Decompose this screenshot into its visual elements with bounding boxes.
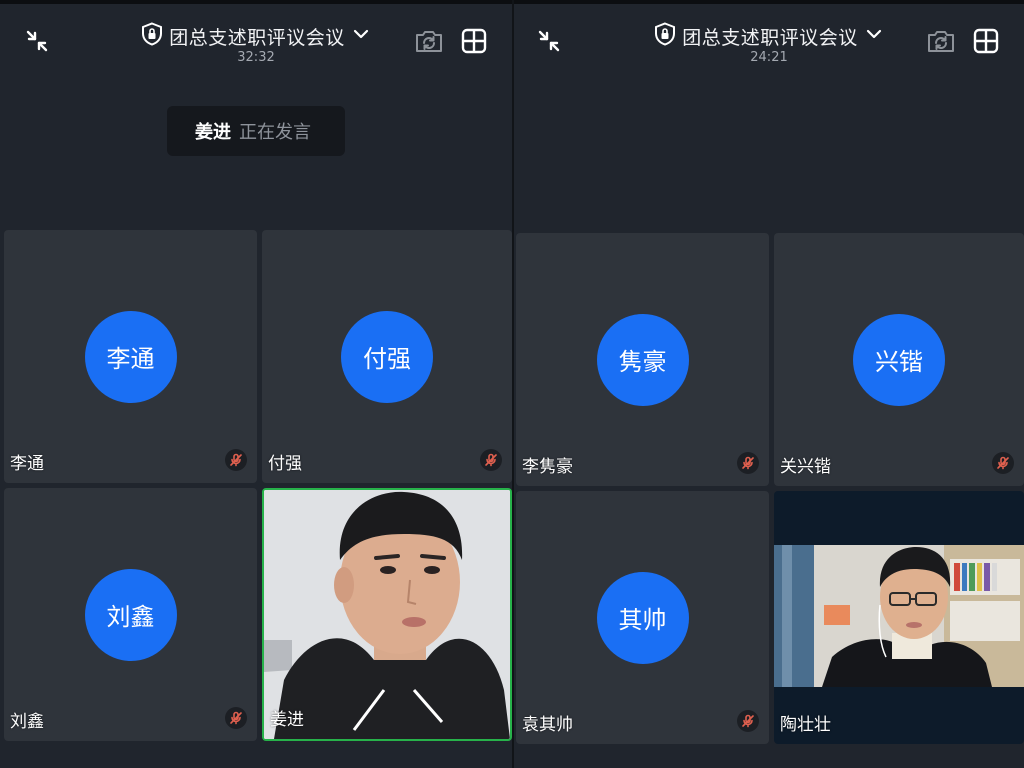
participant-tile[interactable]: 刘鑫 刘鑫 <box>4 488 257 741</box>
mic-muted-icon <box>737 710 759 732</box>
active-speaker-name: 姜进 <box>195 122 231 143</box>
avatar: 付强 <box>341 310 433 403</box>
chevron-down-icon <box>351 24 371 48</box>
grid-layout-icon[interactable] <box>971 26 1001 56</box>
avatar: 李通 <box>84 310 177 403</box>
participant-name: 李隽豪 <box>522 457 573 477</box>
camera-video-feed <box>774 545 1024 687</box>
camera-switch-icon[interactable] <box>926 26 956 56</box>
meeting-screen-right: 团总支述职评议会议 24:21 隽豪 李隽豪 兴锴 关兴锴 其帅 袁其帅 陶壮壮 <box>514 0 1024 768</box>
participant-tile[interactable]: 李通 李通 <box>4 230 257 483</box>
participant-name: 姜进 <box>270 710 304 730</box>
active-speaker-badge: 姜进 正在发言 <box>167 106 345 156</box>
avatar: 隽豪 <box>596 313 689 406</box>
meeting-header: 团总支述职评议会议 32:32 <box>0 4 512 74</box>
meeting-header: 团总支述职评议会议 24:21 <box>514 4 1024 74</box>
participant-name: 刘鑫 <box>10 712 44 732</box>
active-speaker-status: 正在发言 <box>239 122 311 143</box>
avatar: 其帅 <box>596 571 689 664</box>
avatar: 兴锴 <box>853 313 945 406</box>
shield-lock-icon <box>141 22 163 50</box>
mic-muted-icon <box>225 449 247 471</box>
shield-lock-icon <box>654 22 676 50</box>
mic-muted-icon <box>992 452 1014 474</box>
camera-video-feed <box>264 490 510 739</box>
mic-muted-icon <box>480 449 502 471</box>
participant-name: 付强 <box>268 454 302 474</box>
participant-tile[interactable]: 付强 付强 <box>262 230 512 483</box>
participant-tile-video[interactable]: 陶壮壮 <box>774 491 1024 744</box>
participant-name: 关兴锴 <box>780 457 831 477</box>
grid-layout-icon[interactable] <box>459 26 489 56</box>
avatar: 刘鑫 <box>84 568 177 661</box>
participant-tile-active-video[interactable]: 姜进 <box>262 488 512 741</box>
meeting-title: 团总支述职评议会议 <box>682 26 858 49</box>
camera-switch-icon[interactable] <box>414 26 444 56</box>
participant-name: 袁其帅 <box>522 715 573 735</box>
meeting-screen-left: 团总支述职评议会议 32:32 姜进 正在发言 李通 李通 付强 付强 刘鑫 刘… <box>0 0 512 768</box>
participant-tile[interactable]: 兴锴 关兴锴 <box>774 233 1024 486</box>
chevron-down-icon <box>864 24 884 48</box>
participant-name: 李通 <box>10 454 44 474</box>
participant-tile[interactable]: 其帅 袁其帅 <box>516 491 769 744</box>
meeting-title: 团总支述职评议会议 <box>169 26 345 49</box>
mic-muted-icon <box>737 452 759 474</box>
participant-tile[interactable]: 隽豪 李隽豪 <box>516 233 769 486</box>
mic-muted-icon <box>225 707 247 729</box>
participant-name: 陶壮壮 <box>780 715 831 735</box>
